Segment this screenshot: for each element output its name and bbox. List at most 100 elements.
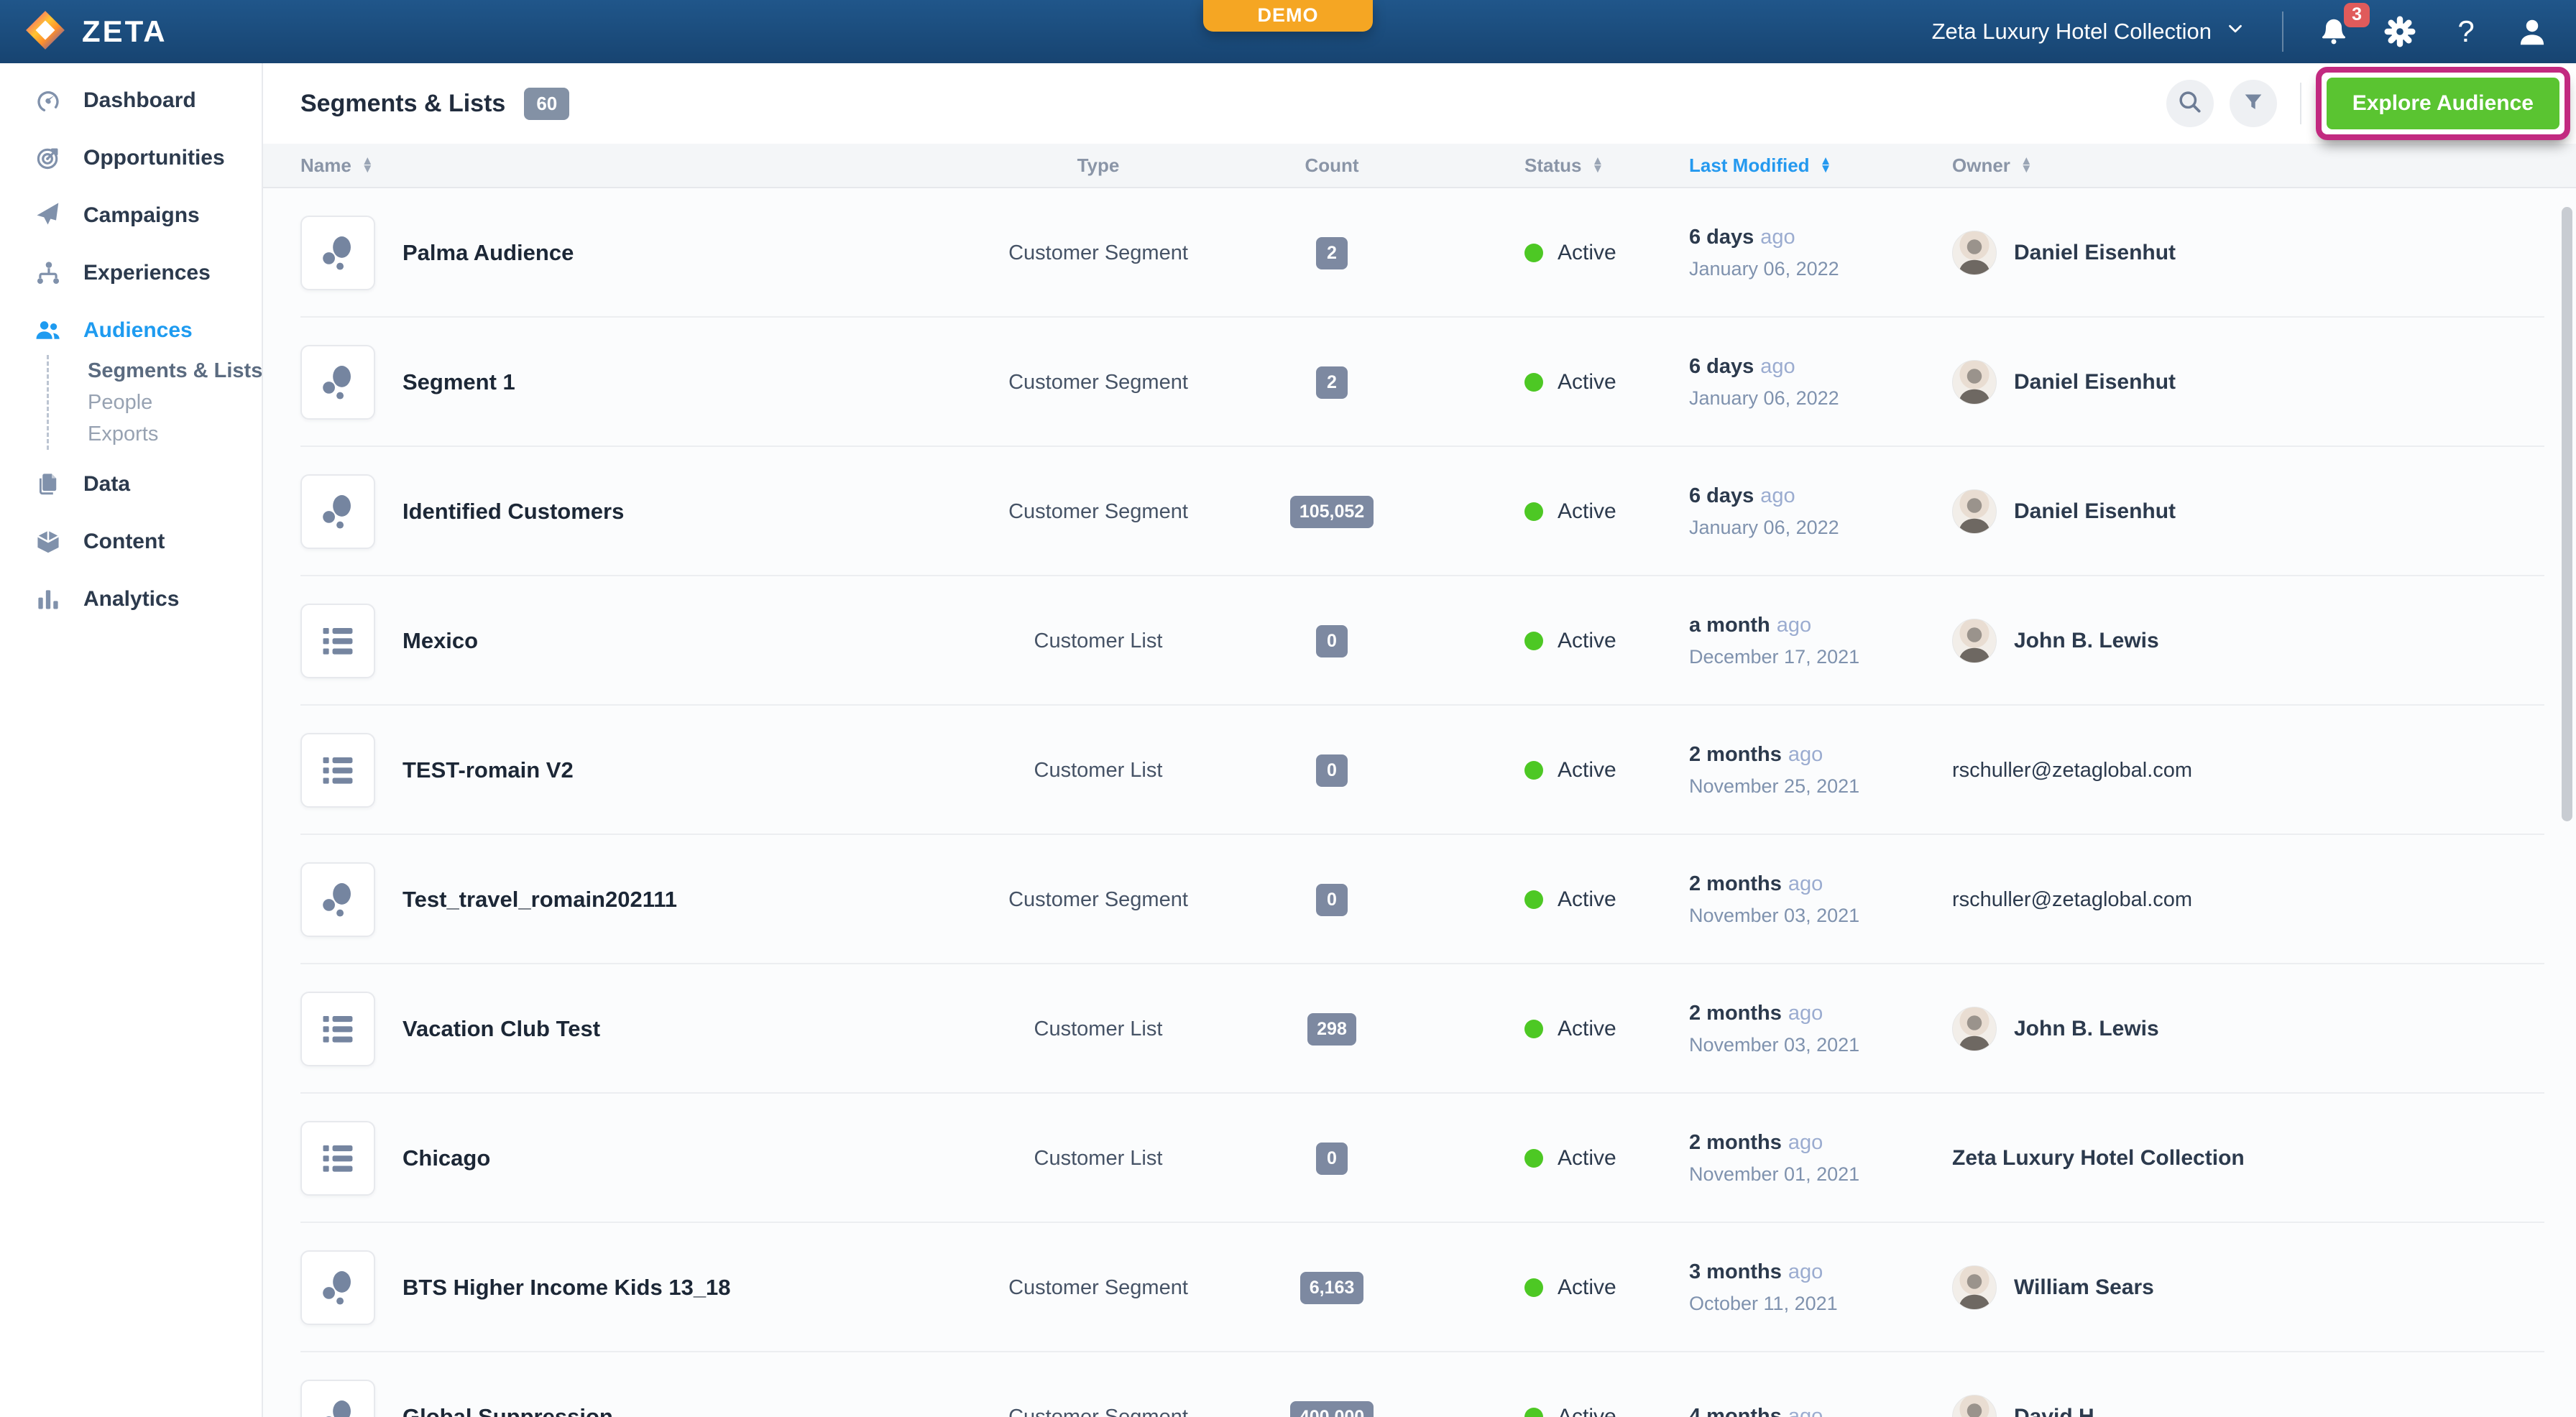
status-active-dot [1524, 1149, 1543, 1168]
last-modified-cell: a monthagoDecember 17, 2021 [1689, 614, 1952, 668]
modified-ago-suffix: ago [1777, 614, 1811, 637]
search-button[interactable] [2166, 80, 2214, 127]
row-name[interactable]: Mexico [402, 628, 478, 654]
table-row[interactable]: Identified CustomersCustomer Segment105,… [263, 447, 2576, 576]
total-count-badge: 60 [524, 88, 569, 120]
status-label: Active [1558, 499, 1616, 524]
customer-segment-icon [300, 862, 375, 937]
sidebar-subitem-people[interactable]: People [49, 387, 262, 418]
notifications-bell-icon[interactable]: 3 [2317, 14, 2351, 49]
opportunities-target-icon [34, 144, 62, 172]
table-row[interactable]: Test_travel_romain202111Customer Segment… [263, 835, 2576, 964]
owner-avatar [1952, 1395, 1997, 1417]
sidebar-item-dashboard[interactable]: Dashboard [0, 72, 262, 129]
row-name[interactable]: Global Suppression [402, 1404, 613, 1417]
last-modified-cell: 2 monthsagoNovember 03, 2021 [1689, 1002, 1952, 1056]
column-header-name[interactable]: Name▲▼ [300, 154, 926, 177]
row-name[interactable]: Segment 1 [402, 369, 515, 395]
modified-relative: 2 months [1689, 1002, 1782, 1025]
owner-avatar [1952, 1265, 1997, 1310]
page-title: Segments & Lists [300, 90, 505, 118]
sidebar-item-opportunities[interactable]: Opportunities [0, 129, 262, 187]
sidebar-item-experiences[interactable]: Experiences [0, 244, 262, 302]
modified-relative: 6 days [1689, 226, 1754, 249]
customer-list-icon [300, 604, 375, 678]
customer-list-icon [300, 992, 375, 1066]
sidebar-item-audiences[interactable]: Audiences [0, 302, 262, 359]
status-label: Active [1558, 370, 1616, 394]
modified-date: November 01, 2021 [1689, 1163, 1952, 1186]
status-active-dot [1524, 1278, 1543, 1297]
table-row[interactable]: Palma AudienceCustomer Segment2Active6 d… [263, 188, 2576, 318]
count-badge: 0 [1316, 1143, 1348, 1175]
owner-name: David H... [2014, 1405, 2112, 1417]
column-label: Status [1524, 154, 1581, 177]
table-row[interactable]: Vacation Club TestCustomer List298Active… [263, 964, 2576, 1094]
sidebar-item-label: Data [83, 472, 130, 497]
row-type: Customer Segment [1008, 500, 1188, 524]
row-name[interactable]: TEST-romain V2 [402, 757, 574, 783]
row-name[interactable]: Palma Audience [402, 240, 574, 266]
sidebar-item-analytics[interactable]: Analytics [0, 571, 262, 628]
page-header: Segments & Lists 60 Explore Audience [263, 63, 2576, 144]
table-row[interactable]: BTS Higher Income Kids 13_18Customer Seg… [263, 1223, 2576, 1352]
row-name[interactable]: Test_travel_romain202111 [402, 887, 677, 913]
owner-name: William Sears [2014, 1275, 2154, 1300]
vertical-scrollbar-thumb[interactable] [2562, 207, 2572, 821]
sidebar-item-data[interactable]: Data [0, 456, 262, 513]
column-header-owner[interactable]: Owner▲▼ [1952, 154, 2544, 177]
owner-avatar [1952, 1007, 1997, 1051]
account-switcher[interactable]: Zeta Luxury Hotel Collection [1932, 18, 2246, 45]
row-name[interactable]: Chicago [402, 1145, 490, 1171]
sidebar-subitem-exports[interactable]: Exports [49, 418, 262, 450]
customer-segment-icon [300, 1380, 375, 1417]
demo-badge: DEMO [1203, 0, 1373, 32]
chevron-down-icon [2225, 18, 2246, 45]
owner-name: Daniel Eisenhut [2014, 241, 2176, 265]
modified-relative: 4 months [1689, 1405, 1782, 1417]
column-header-last-modified[interactable]: Last Modified▲▼ [1689, 154, 1952, 177]
modified-date: January 06, 2022 [1689, 387, 1952, 410]
zeta-diamond-logo-icon [24, 9, 66, 55]
last-modified-cell: 6 daysagoJanuary 06, 2022 [1689, 355, 1952, 409]
column-header-status[interactable]: Status▲▼ [1393, 154, 1689, 177]
last-modified-cell: 6 daysagoJanuary 06, 2022 [1689, 226, 1952, 280]
table-row[interactable]: Global SuppressionCustomer Segment400,00… [263, 1352, 2576, 1417]
brand-logo[interactable]: ZETA [24, 9, 167, 55]
explore-audience-button[interactable]: Explore Audience [2327, 78, 2559, 129]
modified-relative: 2 months [1689, 1131, 1782, 1154]
modified-date: October 11, 2021 [1689, 1293, 1952, 1315]
owner-name: Daniel Eisenhut [2014, 499, 2176, 524]
dashboard-gauge-icon [34, 87, 62, 114]
status-active-dot [1524, 1020, 1543, 1038]
row-name[interactable]: BTS Higher Income Kids 13_18 [402, 1275, 731, 1301]
last-modified-cell: 3 monthsagoOctober 11, 2021 [1689, 1260, 1952, 1314]
customer-segment-icon [300, 1250, 375, 1325]
column-label: Type [1077, 154, 1120, 177]
sidebar-item-campaigns[interactable]: Campaigns [0, 187, 262, 244]
modified-ago-suffix: ago [1788, 743, 1823, 766]
help-icon[interactable]: ? [2449, 14, 2483, 49]
filter-button[interactable] [2230, 80, 2277, 127]
content-cube-icon [34, 528, 62, 555]
table-row[interactable]: ChicagoCustomer List0Active2 monthsagoNo… [263, 1094, 2576, 1223]
modified-ago-suffix: ago [1788, 1260, 1823, 1283]
status-label: Active [1558, 758, 1616, 783]
sidebar-item-content[interactable]: Content [0, 513, 262, 571]
sidebar-subitem-segments-lists[interactable]: Segments & Lists [49, 355, 262, 387]
table-row[interactable]: TEST-romain V2Customer List0Active2 mont… [263, 706, 2576, 835]
row-name[interactable]: Vacation Club Test [402, 1016, 600, 1042]
table-row[interactable]: MexicoCustomer List0Activea monthagoDece… [263, 576, 2576, 706]
column-label: Count [1305, 154, 1358, 177]
account-name: Zeta Luxury Hotel Collection [1932, 19, 2212, 45]
sidebar-item-label: Content [83, 530, 165, 554]
row-type: Customer Segment [1008, 241, 1188, 265]
table-row[interactable]: Segment 1Customer Segment2Active6 daysag… [263, 318, 2576, 447]
user-profile-icon[interactable] [2515, 14, 2549, 49]
sidebar-item-label: Opportunities [83, 146, 225, 170]
row-name[interactable]: Identified Customers [402, 499, 624, 525]
settings-gear-icon[interactable] [2383, 14, 2417, 49]
customer-list-icon [300, 733, 375, 808]
status-active-dot [1524, 373, 1543, 392]
count-badge: 0 [1316, 625, 1348, 657]
